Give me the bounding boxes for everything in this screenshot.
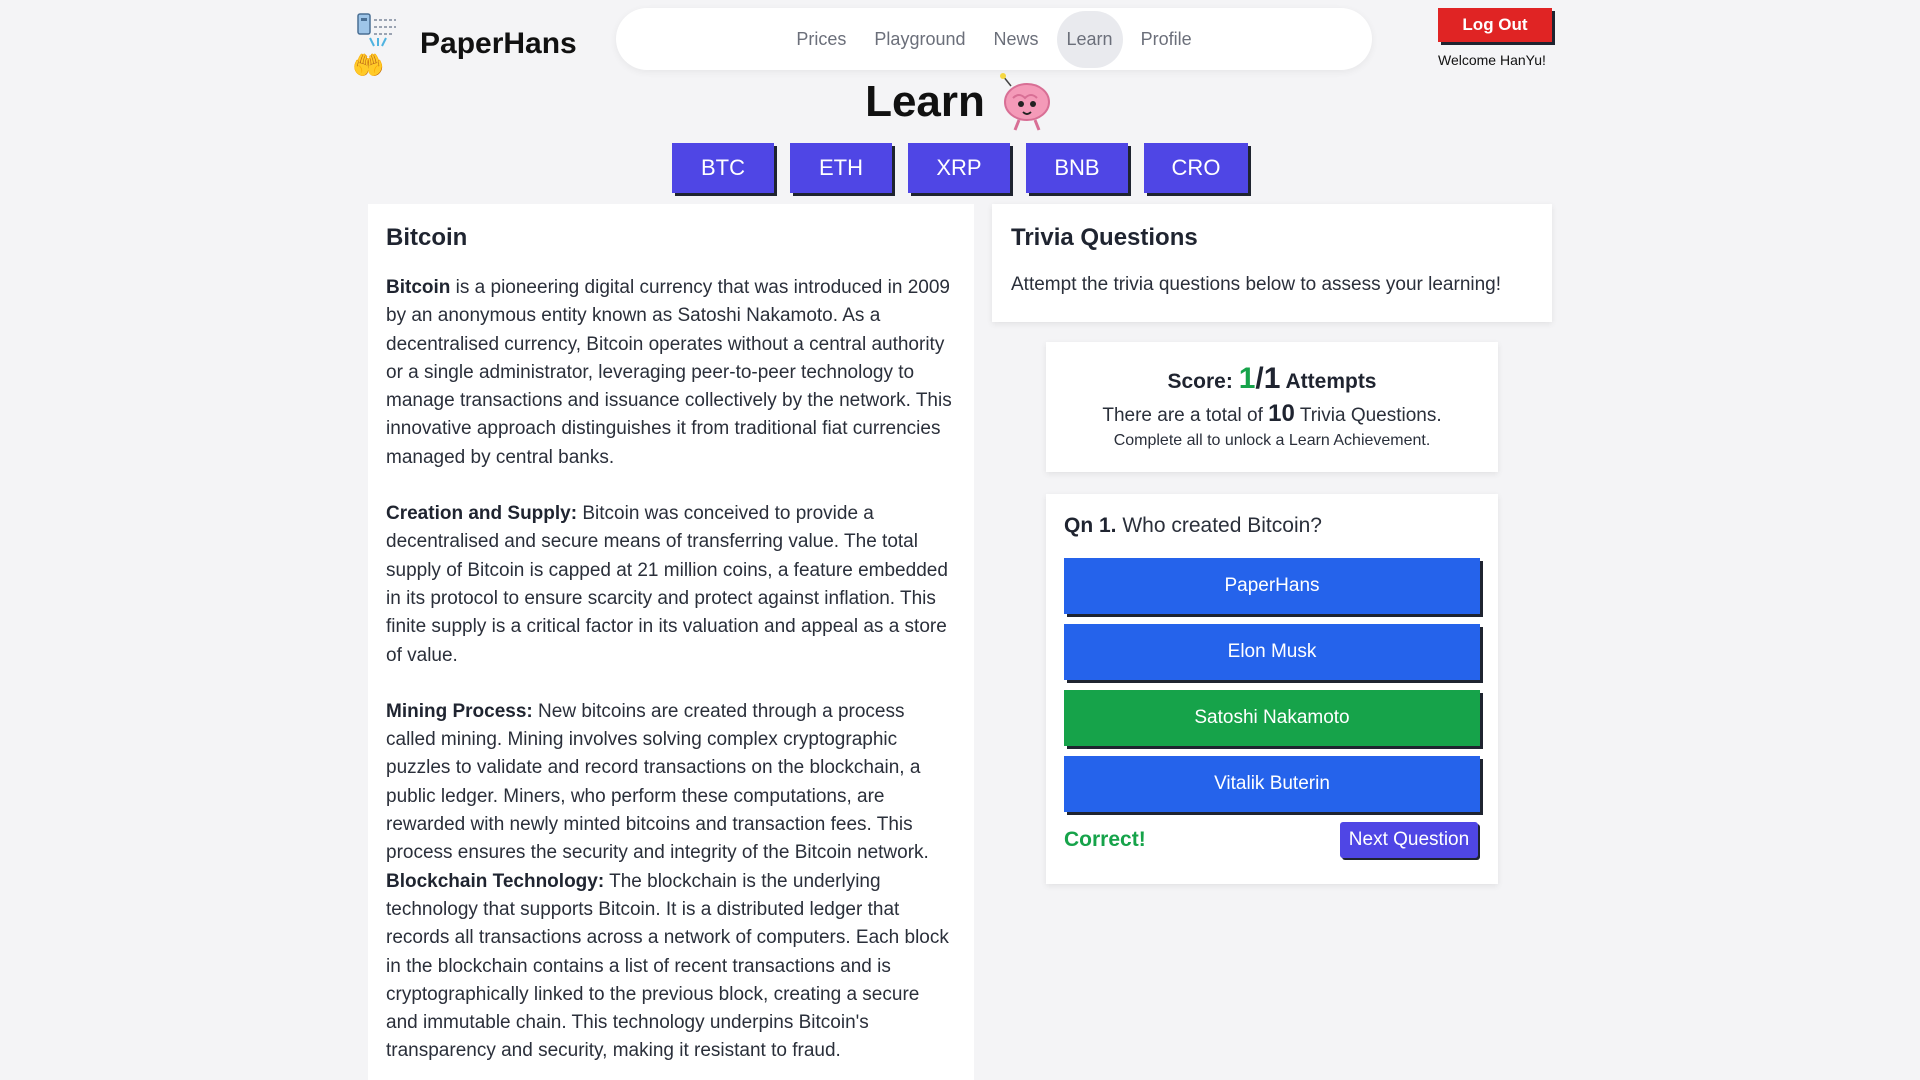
coin-tab-eth[interactable]: ETH [790, 143, 892, 193]
question-card: Qn 1. Who created Bitcoin? PaperHans Elo… [1046, 494, 1498, 884]
score-card: Score: 1/1 Attempts There are a total of… [1046, 342, 1498, 472]
coin-tab-xrp[interactable]: XRP [908, 143, 1010, 193]
paragraph-text: New bitcoins are created through a proce… [386, 700, 929, 864]
paragraph-text: is a pioneering digital currency that wa… [386, 277, 952, 468]
paragraph-label: Mining Process: [386, 700, 533, 722]
nav-item-playground[interactable]: Playground [864, 11, 975, 68]
paragraph-label: Blockchain Technology: [386, 870, 605, 892]
article-paragraph: Blockchain Technology: The blockchain is… [386, 868, 956, 1066]
article-heading: Bitcoin [386, 224, 468, 251]
paragraph-label: Creation and Supply: [386, 503, 578, 525]
article-paragraph: Mining Process: New bitcoins are created… [386, 698, 956, 868]
next-question-button[interactable]: Next Question [1340, 822, 1478, 858]
achievement-hint: Complete all to unlock a Learn Achieveme… [1113, 432, 1431, 449]
nav-item-learn[interactable]: Learn [1056, 10, 1123, 68]
answer-option-correct[interactable]: Satoshi Nakamoto [1064, 690, 1480, 746]
answer-option[interactable]: Vitalik Buterin [1064, 756, 1480, 812]
score-total-line: There are a total of 10 Trivia Questions… [1046, 400, 1498, 428]
score-label: Score: [1167, 370, 1233, 393]
paper-hands-logo-icon: 🤲 [350, 8, 408, 80]
nav-item-profile[interactable]: Profile [1131, 11, 1202, 68]
learn-page: 🤲 PaperHans Prices Playground News Learn… [0, 0, 1920, 1080]
coin-tab-cro[interactable]: CRO [1144, 143, 1248, 193]
welcome-text: Welcome HanYu! [1438, 52, 1546, 68]
question-footer: Correct! Next Question [1064, 822, 1480, 858]
paragraph-text: Bitcoin was conceived to provide a decen… [386, 503, 948, 666]
total-count: 10 [1268, 400, 1295, 427]
total-suffix: Trivia Questions. [1299, 405, 1442, 426]
paragraph-label: Bitcoin [386, 277, 451, 298]
answer-option[interactable]: Elon Musk [1064, 624, 1480, 680]
answer-option[interactable]: PaperHans [1064, 558, 1480, 614]
score-line: Score: 1/1 Attempts [1046, 362, 1498, 396]
logout-button[interactable]: Log Out [1438, 8, 1552, 42]
nav-item-prices[interactable]: Prices [786, 11, 856, 68]
total-prefix: There are a total of [1102, 405, 1263, 426]
coin-tab-btc[interactable]: BTC [672, 143, 774, 193]
score-attempts-label: Attempts [1285, 370, 1377, 393]
trivia-heading: Trivia Questions [1011, 224, 1198, 251]
question-prompt: Who created Bitcoin? [1122, 514, 1322, 537]
coin-tab-bnb[interactable]: BNB [1026, 143, 1128, 193]
coin-article: Bitcoin Bitcoin is a pioneering digital … [368, 204, 974, 1080]
main-nav: Prices Playground News Learn Profile [616, 8, 1372, 70]
score-correct: 1 [1238, 362, 1256, 395]
nav-item-news[interactable]: News [984, 11, 1049, 68]
brain-icon [999, 73, 1050, 131]
question-number: Qn 1. [1064, 514, 1117, 537]
page-title: Learn [865, 77, 985, 126]
answer-feedback: Correct! [1064, 828, 1146, 851]
question-text: Qn 1. Who created Bitcoin? [1064, 514, 1480, 538]
score-attempted: /1 [1255, 362, 1281, 395]
article-paragraph: Creation and Supply: Bitcoin was conceiv… [386, 500, 956, 670]
paragraph-text: The blockchain is the underlying technol… [386, 870, 949, 1062]
trivia-header-card: Trivia Questions Attempt the trivia ques… [992, 204, 1552, 322]
brand-logo[interactable]: 🤲 PaperHans [350, 8, 577, 80]
coin-tabs: BTC ETH XRP BNB CRO [672, 143, 1248, 193]
trivia-intro: Attempt the trivia questions below to as… [1011, 274, 1502, 295]
article-paragraph: Bitcoin is a pioneering digital currency… [386, 274, 956, 472]
brand-name: PaperHans [420, 27, 577, 60]
page-header: Learn [0, 72, 1920, 132]
